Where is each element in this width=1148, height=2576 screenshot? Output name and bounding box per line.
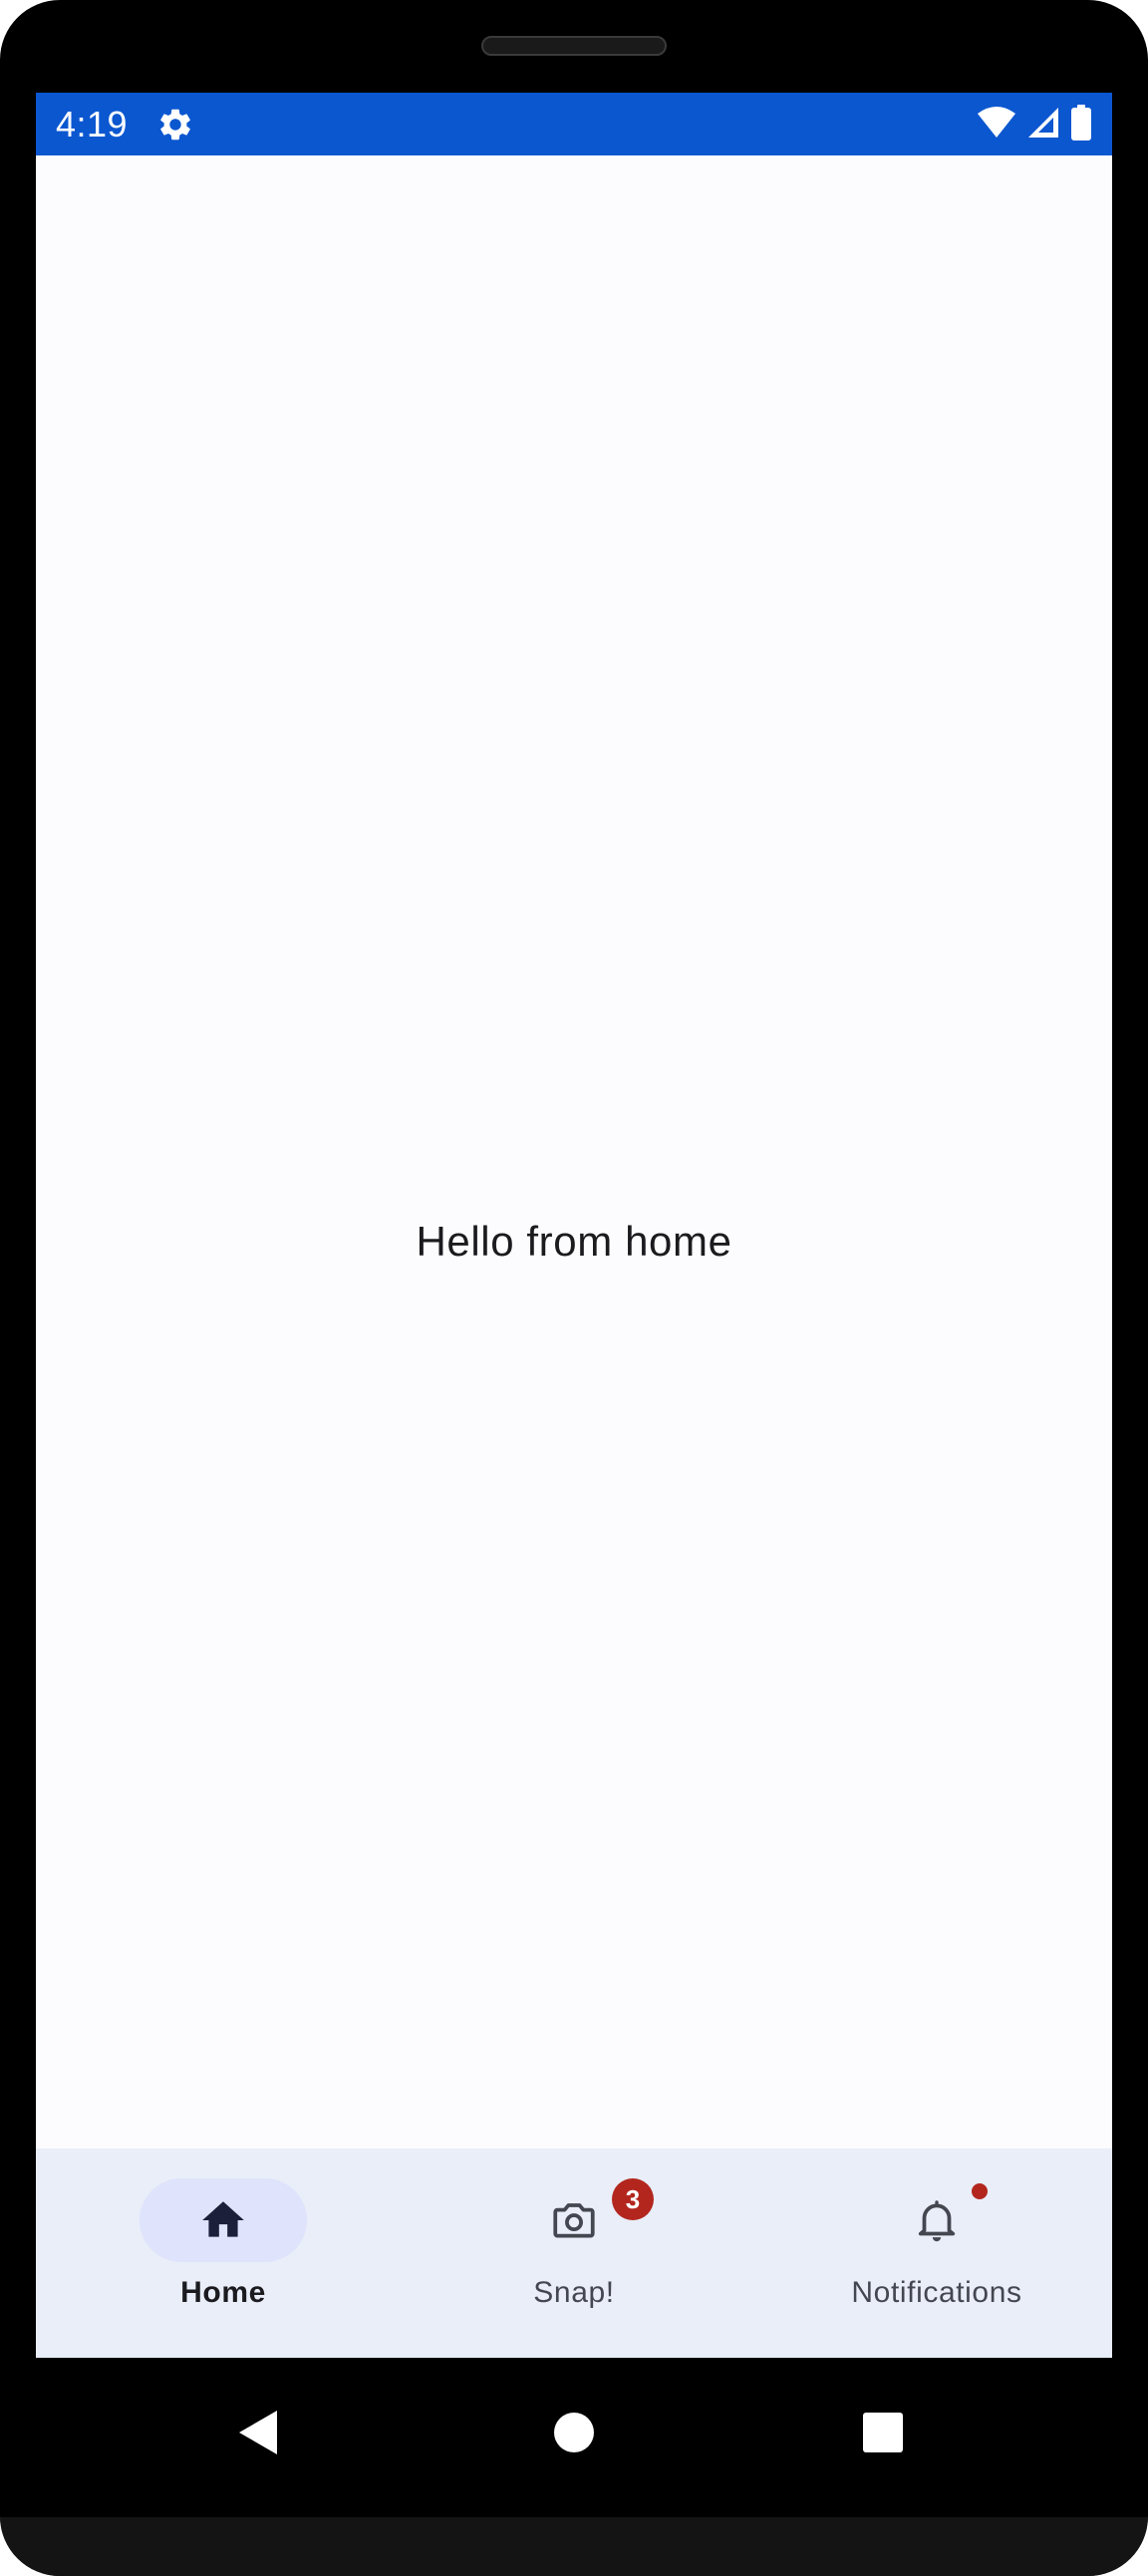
cell-signal-icon (1026, 106, 1060, 144)
nav-label-snap: Snap! (533, 2276, 615, 2309)
nav-item-home[interactable]: Home (44, 2148, 403, 2358)
nav-label-home: Home (180, 2276, 266, 2309)
nav-item-notifications[interactable]: Notifications (757, 2148, 1112, 2358)
earpiece-speaker (481, 36, 667, 56)
hello-message: Hello from home (416, 1218, 732, 1265)
status-icons (977, 104, 1092, 145)
battery-icon (1070, 104, 1092, 145)
home-icon (198, 2195, 248, 2245)
recents-square-icon[interactable] (853, 2403, 913, 2462)
home-circle-icon[interactable] (544, 2403, 604, 2462)
bell-icon (912, 2195, 962, 2245)
gear-icon (156, 106, 194, 143)
status-time: 4:19 (56, 104, 129, 144)
camera-icon (549, 2195, 599, 2245)
bottom-navigation-bar: Home 3 Snap! Notifications (36, 2148, 1112, 2358)
phone-device-frame: 4:19 Hello from home Home 3 Snap! Notifi… (0, 0, 1148, 2576)
system-navigation-bar (0, 2358, 1148, 2507)
nav-item-snap[interactable]: 3 Snap! (395, 2148, 753, 2358)
back-triangle-icon[interactable] (231, 2403, 291, 2462)
main-content: Hello from home (36, 155, 1112, 2148)
nav-label-notifications: Notifications (851, 2276, 1022, 2309)
device-bottom-bezel (0, 2517, 1148, 2576)
notification-dot-badge (972, 2183, 988, 2199)
wifi-icon (977, 106, 1016, 144)
notification-count-badge: 3 (612, 2178, 654, 2220)
app-screen: 4:19 Hello from home Home 3 Snap! Notifi… (36, 93, 1112, 2358)
status-bar: 4:19 (36, 93, 1112, 155)
